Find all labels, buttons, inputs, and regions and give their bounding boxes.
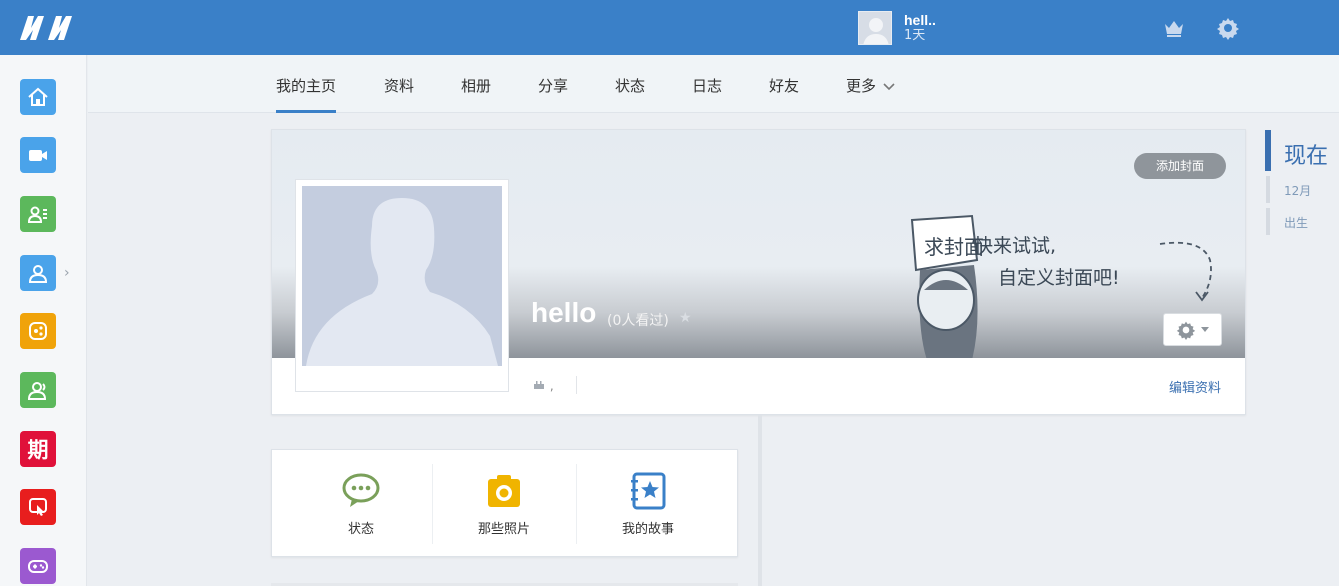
add-cover-button[interactable]: 添加封面 <box>1134 153 1226 179</box>
chevron-down-icon <box>883 83 895 91</box>
sidebar-expand-chevron-icon[interactable]: › <box>64 265 70 281</box>
profile-info-strip: , 编辑资料 <box>272 358 1245 414</box>
timeline-marker <box>1266 176 1270 203</box>
timeline-now[interactable]: 现在 <box>1284 138 1328 170</box>
action-status[interactable]: 状态 <box>296 450 426 558</box>
star-icon[interactable]: ★ <box>679 310 692 326</box>
timeline-divider <box>758 415 762 586</box>
tab-profile-info[interactable]: 资料 <box>384 75 414 113</box>
action-story[interactable]: 我的故事 <box>583 450 713 558</box>
info-divider <box>576 376 577 394</box>
user-name[interactable]: hell.. <box>904 12 936 28</box>
action-status-label: 状态 <box>347 522 374 537</box>
sidebar-item-home[interactable] <box>20 79 56 115</box>
action-photos[interactable]: 那些照片 <box>439 450 569 558</box>
sidebar-item-click[interactable] <box>20 489 56 525</box>
edit-profile-link[interactable]: 编辑资料 <box>1169 377 1221 396</box>
tab-albums[interactable]: 相册 <box>461 75 491 113</box>
hand-click-icon <box>29 498 47 516</box>
cover-settings-button[interactable] <box>1163 313 1222 346</box>
action-divider <box>576 464 577 544</box>
top-bar: hell.. 1天 <box>0 0 1339 55</box>
timeline-active-marker <box>1265 130 1271 171</box>
profile-name: hello <box>531 297 597 328</box>
quick-actions-panel: 状态 那些照片 我的故事 <box>271 449 738 557</box>
contact-card-icon <box>27 206 47 223</box>
person-icon <box>28 265 48 283</box>
profile-subnav: 我的主页 资料 相册 分享 状态 日志 好友 更多 <box>88 55 1339 113</box>
profile-view-count: (0人看过) <box>607 313 669 329</box>
sidebar-item-video[interactable] <box>20 137 56 173</box>
friends-icon <box>27 382 47 400</box>
share-icon <box>29 322 47 340</box>
action-story-label: 我的故事 <box>621 522 674 537</box>
story-book-icon <box>631 472 666 510</box>
tab-blog[interactable]: 日志 <box>692 75 722 113</box>
tab-more[interactable]: 更多 <box>846 75 895 113</box>
gear-icon[interactable] <box>1216 16 1240 40</box>
sidebar-item-contacts[interactable] <box>20 196 56 232</box>
birthday-cake-icon: , <box>532 378 554 393</box>
avatar-silhouette-icon <box>306 198 498 366</box>
avatar-silhouette-icon <box>863 18 889 44</box>
sidebar-item-qi[interactable]: 期 <box>20 431 56 467</box>
chat-bubble-icon <box>342 473 380 507</box>
tab-shares[interactable]: 分享 <box>538 75 568 113</box>
gamepad-icon <box>28 560 48 573</box>
caret-down-icon <box>1200 326 1209 332</box>
tab-status[interactable]: 状态 <box>615 75 645 113</box>
timeline-marker <box>1266 208 1270 235</box>
cover-slogan-line1: 快来试试, <box>974 235 1056 257</box>
sidebar-item-share[interactable] <box>20 313 56 349</box>
sidebar-item-games[interactable] <box>20 548 56 584</box>
timeline-item-birth[interactable]: 出生 <box>1284 214 1308 231</box>
tab-more-label: 更多 <box>846 77 877 95</box>
user-avatar[interactable] <box>858 11 892 45</box>
tab-home[interactable]: 我的主页 <box>276 75 337 113</box>
birthday-info: , <box>549 379 554 393</box>
sidebar-item-profile[interactable] <box>20 255 56 291</box>
user-menu[interactable]: hell.. 1天 <box>858 10 936 46</box>
action-divider <box>432 464 433 544</box>
left-sidebar: › 期 <box>0 55 87 586</box>
qi-badge-icon: 期 <box>27 438 49 462</box>
gear-icon <box>1176 321 1195 340</box>
video-icon <box>29 150 47 161</box>
profile-cover-card: 求封面 快来试试, 自定义封面吧! 添加封面 hello (0人看过) ★ , … <box>271 129 1246 415</box>
timeline-item-december[interactable]: 12月 <box>1284 182 1311 199</box>
cover-slogan-line2: 自定义封面吧! <box>998 267 1120 289</box>
user-days: 1天 <box>904 28 926 43</box>
action-photos-label: 那些照片 <box>477 522 530 537</box>
camera-icon <box>488 475 520 507</box>
crown-icon[interactable] <box>1162 16 1186 40</box>
tab-friends[interactable]: 好友 <box>769 75 799 113</box>
logo-icon[interactable] <box>18 10 74 46</box>
sidebar-item-friends[interactable] <box>20 372 56 408</box>
home-icon <box>28 87 48 106</box>
